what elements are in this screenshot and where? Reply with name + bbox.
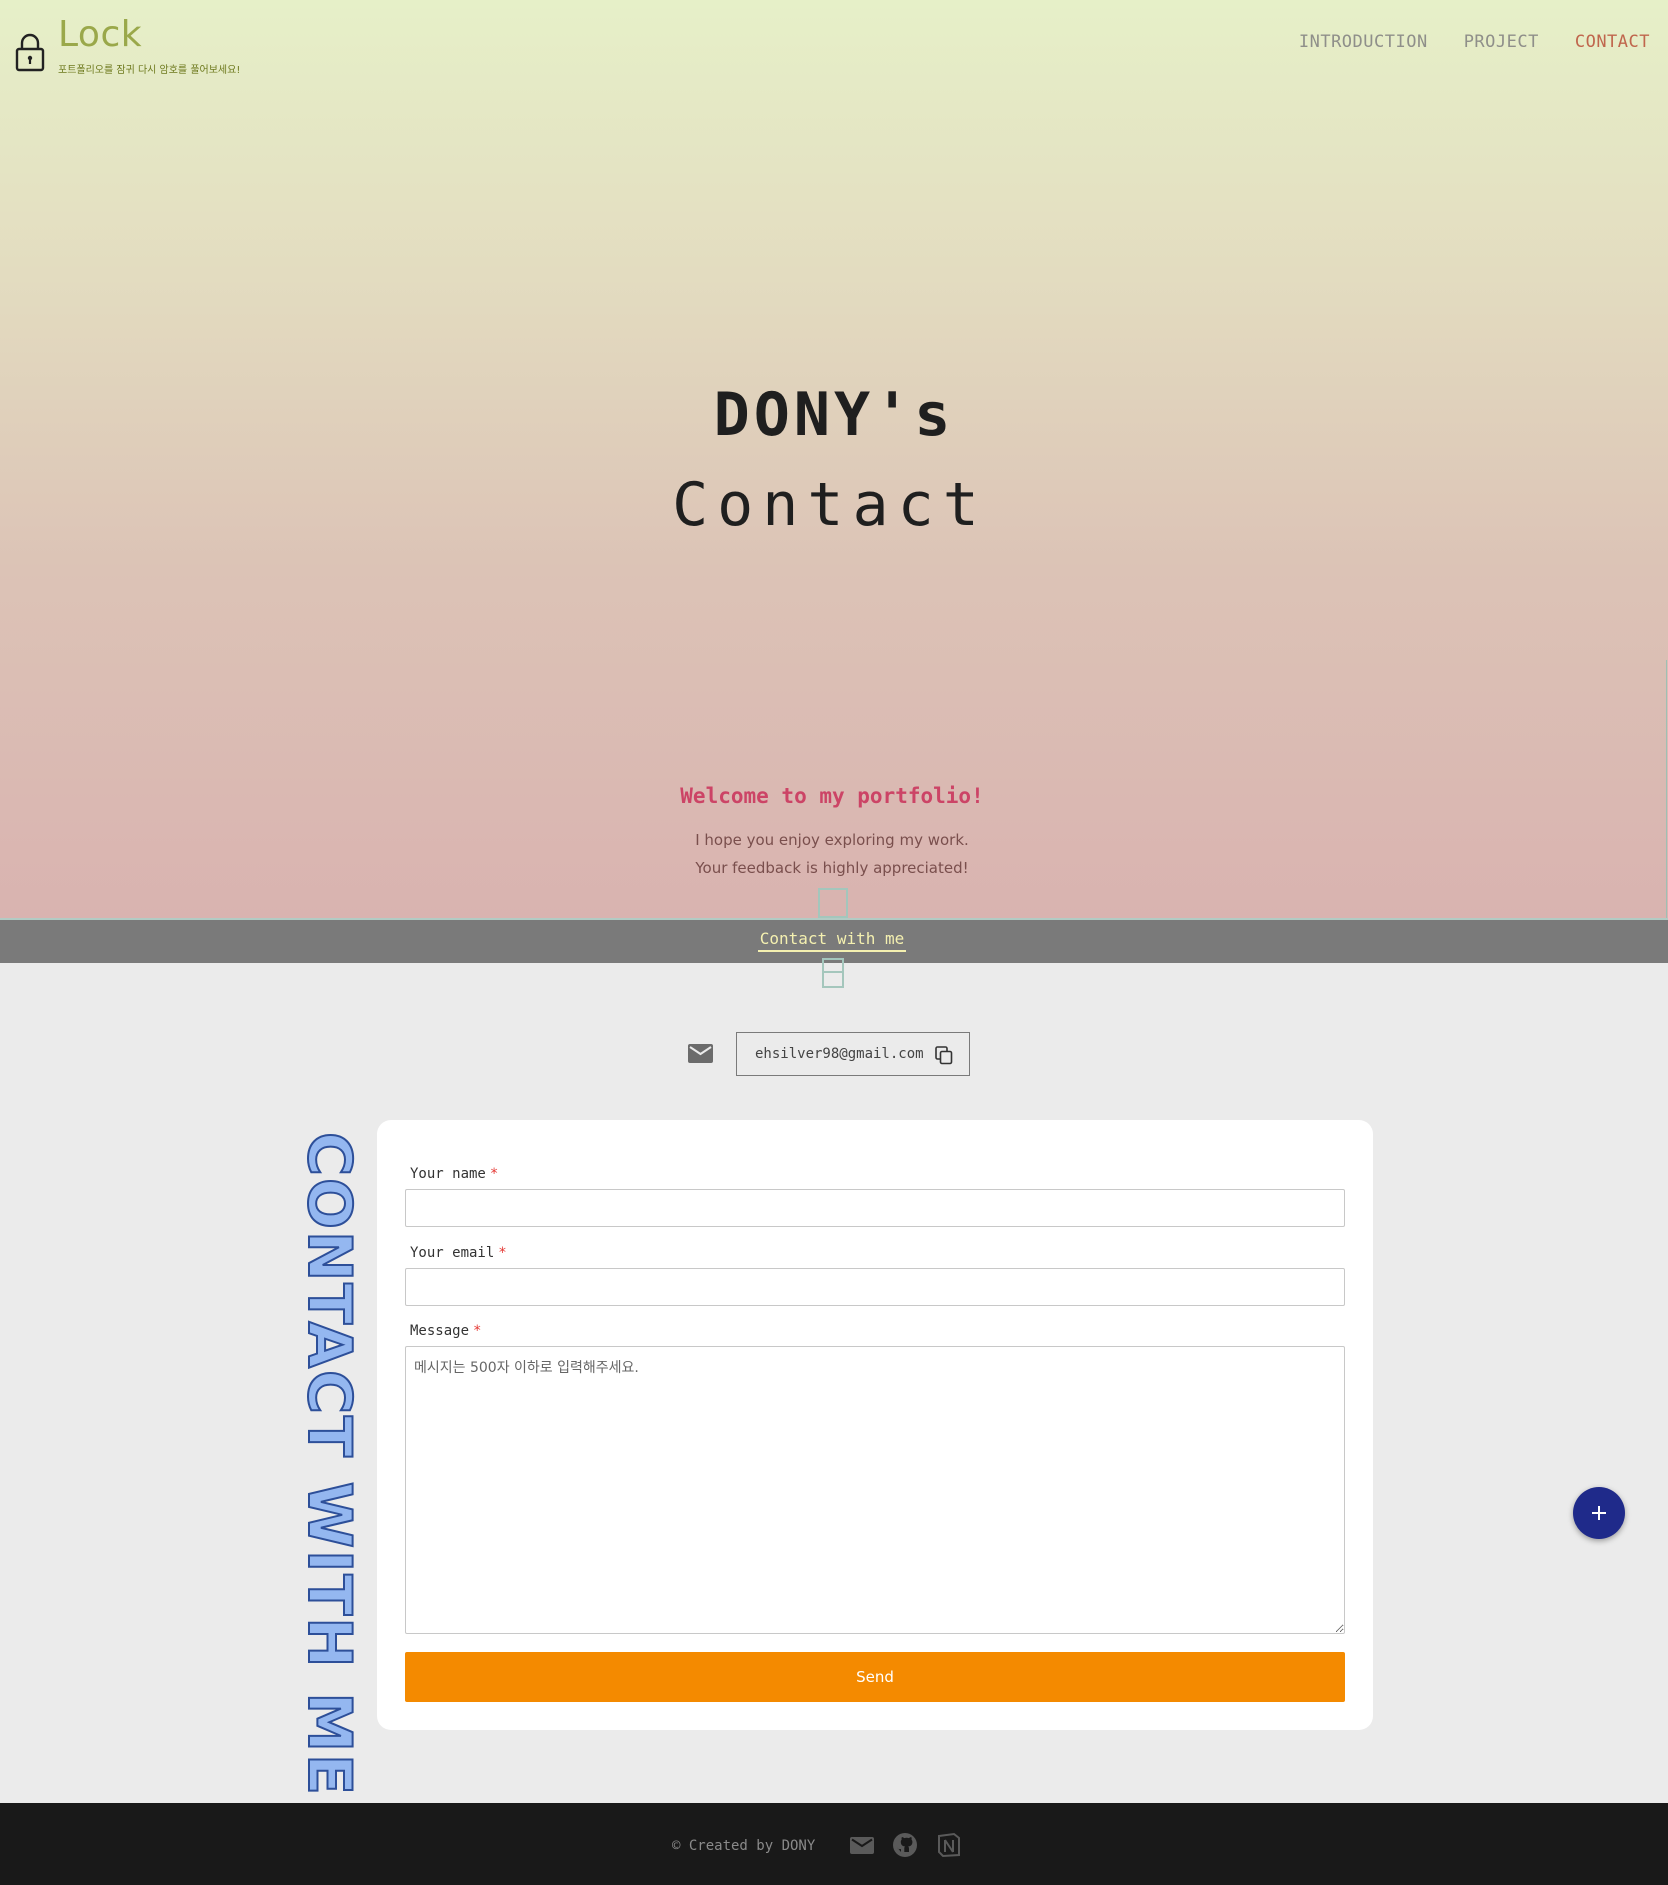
email-label-text: Your email <box>410 1245 495 1261</box>
required-mark: * <box>473 1323 482 1339</box>
nav-introduction[interactable]: INTRODUCTION <box>1299 32 1428 52</box>
email-input[interactable] <box>405 1268 1345 1306</box>
email-display: ehsilver98@gmail.com <box>736 1032 970 1076</box>
message-textarea[interactable] <box>405 1346 1345 1634</box>
phone-icon <box>822 958 844 988</box>
hero-title-owner: DONY's <box>713 380 955 450</box>
contact-with-me-side-text: CONTACT WITH ME <box>293 1131 365 1798</box>
email-label: Your email * <box>410 1245 507 1261</box>
scroll-indicator-icon <box>818 888 848 918</box>
name-label: Your name * <box>410 1166 498 1182</box>
logo-title[interactable]: Lock <box>58 14 142 55</box>
name-input[interactable] <box>405 1189 1345 1227</box>
main-nav: INTRODUCTION PROJECT CONTACT <box>1299 32 1650 52</box>
footer-copyright: © Created by DONY <box>672 1838 816 1854</box>
hero-edge-line <box>1666 660 1667 918</box>
contact-with-me-link[interactable]: Contact with me <box>757 929 907 952</box>
email-address: ehsilver98@gmail.com <box>755 1046 924 1062</box>
copy-icon[interactable] <box>935 1046 953 1065</box>
welcome-heading: Welcome to my portfolio! <box>680 784 984 808</box>
github-icon[interactable] <box>892 1832 918 1858</box>
notion-icon[interactable] <box>936 1832 962 1858</box>
logo-subtitle: 포트폴리오를 잠귀 다시 암호를 풀어보세요! <box>58 65 241 76</box>
contact-form-card: Your name* Your email* Message* Send <box>377 1120 1373 1730</box>
nav-project[interactable]: PROJECT <box>1464 32 1539 52</box>
contact-bar-link-wrap: Contact with me <box>0 929 1664 952</box>
mail-icon <box>688 1044 713 1063</box>
nav-contact[interactable]: CONTACT <box>1575 32 1650 52</box>
footer <box>0 1803 1668 1885</box>
mail-icon[interactable] <box>849 1832 875 1858</box>
message-label: Message * <box>410 1323 481 1339</box>
plus-icon <box>1592 1506 1606 1520</box>
message-label-text: Message <box>410 1323 470 1339</box>
hero-section <box>0 0 1668 918</box>
required-mark: * <box>489 1166 499 1182</box>
lock-icon[interactable] <box>14 32 46 72</box>
name-label-text: Your name <box>410 1166 486 1182</box>
welcome-message-line2: Your feedback is highly appreciated! <box>695 859 969 877</box>
required-mark: * <box>498 1245 507 1261</box>
send-button[interactable]: Send <box>405 1652 1345 1702</box>
welcome-message-line1: I hope you enjoy exploring my work. <box>695 831 969 849</box>
hero-title-contact: Contact <box>672 470 988 540</box>
welcome-message: I hope you enjoy exploring my work. Your… <box>0 826 1664 882</box>
floating-action-button[interactable] <box>1573 1487 1625 1539</box>
